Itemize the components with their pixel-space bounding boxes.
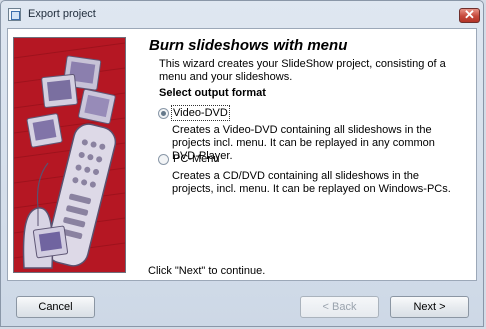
title-bar[interactable]: Export project ✕ (1, 1, 483, 29)
cancel-button[interactable]: Cancel (16, 296, 95, 318)
pc-menu-description: Creates a CD/DVD containing all slidesho… (172, 170, 451, 195)
slideshow-illustration (13, 37, 126, 273)
output-format-label: Select output format (159, 87, 266, 99)
remote-and-photos-icon (14, 38, 125, 272)
wizard-description: This wizard creates your SlideShow proje… (159, 58, 446, 83)
video-dvd-label[interactable]: Video-DVD (171, 105, 230, 121)
close-button[interactable]: ✕ (459, 7, 480, 23)
window-title: Export project (28, 8, 96, 20)
back-button[interactable]: < Back (300, 296, 379, 318)
continue-hint: Click "Next" to continue. (148, 265, 266, 277)
pc-menu-radio[interactable] (158, 154, 169, 165)
video-dvd-radio[interactable] (158, 108, 169, 119)
wizard-heading: Burn slideshows with menu (149, 37, 348, 54)
next-button[interactable]: Next > (390, 296, 469, 318)
pc-menu-label[interactable]: PC-Menu (173, 153, 219, 165)
close-icon: ✕ (464, 7, 475, 22)
window-icon (8, 8, 21, 21)
